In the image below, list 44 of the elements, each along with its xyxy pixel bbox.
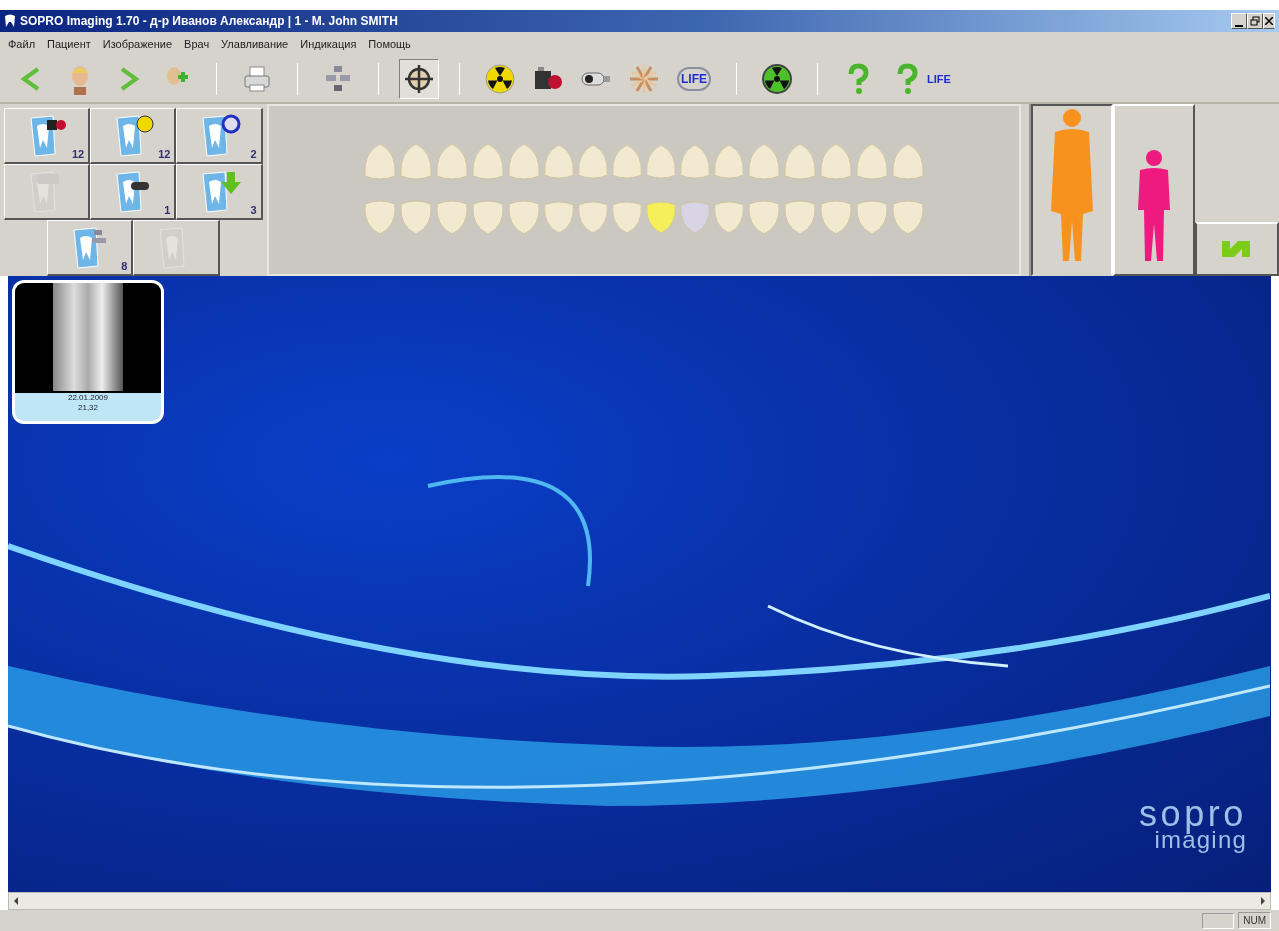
- menu-item[interactable]: Пациент: [47, 35, 91, 53]
- image-count: 8: [121, 258, 128, 274]
- crosshair-icon: [403, 63, 435, 95]
- target-button[interactable]: [399, 59, 439, 99]
- image-count: 2: [250, 146, 257, 162]
- life-help-button[interactable]: LIFE: [886, 59, 958, 99]
- window-title: SOPRO Imaging 1.70 - д-р Иванов Александр | 1 - M. John SMITH: [20, 13, 398, 30]
- fan-chart-icon: [628, 63, 660, 95]
- tooth-icon: [4, 14, 16, 28]
- image-source-button[interactable]: 1: [90, 164, 177, 220]
- restore-icon: [1250, 16, 1260, 26]
- image-count: 12: [158, 146, 171, 162]
- child-patient-button[interactable]: [1113, 104, 1195, 276]
- num-lock-indicator: NUM: [1238, 912, 1271, 929]
- minimize-button[interactable]: [1231, 13, 1247, 29]
- life-button[interactable]: LIFE: [672, 59, 716, 99]
- minimize-icon: [1235, 25, 1243, 28]
- image-source-button[interactable]: 12: [4, 108, 91, 164]
- printer-icon: [241, 63, 273, 95]
- close-button[interactable]: [1263, 13, 1275, 29]
- image-date: 22.01.2009: [66, 393, 109, 403]
- menu-item[interactable]: Изображение: [102, 35, 173, 53]
- image-source-button[interactable]: 12: [90, 108, 177, 164]
- image-count: 12: [72, 146, 85, 162]
- image-source-button[interactable]: 3: [176, 164, 263, 220]
- radiation-icon: [484, 63, 516, 95]
- logo-name: sopro: [1138, 796, 1247, 832]
- image-count: 1: [164, 202, 171, 218]
- image-teeth: 21,32: [77, 403, 99, 413]
- adult-patient-button[interactable]: [1031, 104, 1113, 276]
- restore-button[interactable]: [1247, 13, 1263, 29]
- return-button[interactable]: [1195, 222, 1279, 276]
- status-panel: [1202, 912, 1235, 929]
- xray-thumbnail[interactable]: 22.01.2009 21,32: [12, 280, 164, 424]
- menu-item[interactable]: Помощь: [368, 35, 411, 53]
- image-source-button[interactable]: 2: [176, 108, 263, 164]
- menu-item[interactable]: Файл: [8, 35, 36, 53]
- radiation-icon: [761, 63, 793, 95]
- image-count: 3: [250, 202, 257, 218]
- menu-item[interactable]: Врач: [184, 35, 210, 53]
- close-icon: [1265, 17, 1273, 25]
- menu-item[interactable]: Улавливание: [221, 35, 289, 53]
- menu-item[interactable]: Индикация: [300, 35, 357, 53]
- image-source-button[interactable]: 8: [47, 220, 134, 276]
